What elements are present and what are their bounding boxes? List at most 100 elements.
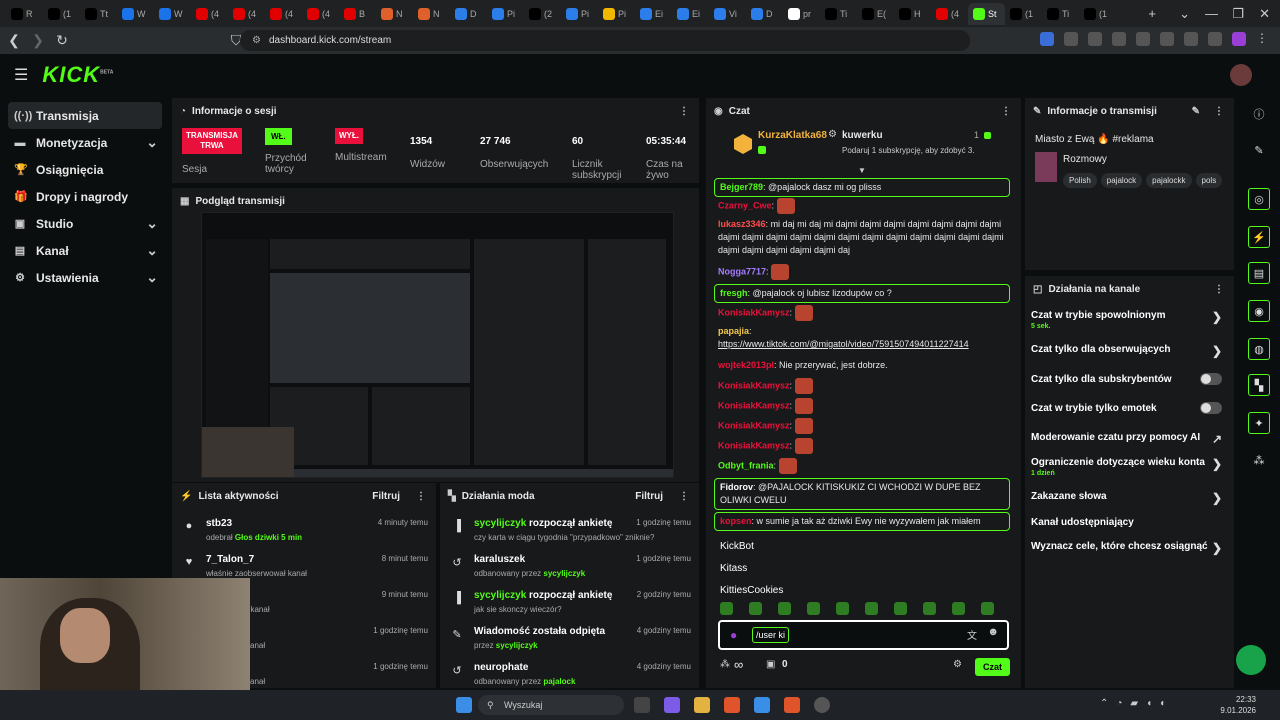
forward-icon[interactable]: ❯ [28,32,48,49]
browser-tab[interactable]: pr [783,3,820,25]
stream-tag[interactable]: pols [1195,173,1223,188]
browser-tab[interactable]: (1 [1079,3,1116,25]
stream-tag[interactable]: pajalockk [1146,173,1192,188]
channel-setting-row[interactable]: Moderowanie czatu przy pomocy AI ↗ [1031,432,1228,446]
brave-icon[interactable] [724,697,740,713]
user-avatar[interactable] [1230,64,1252,86]
hamburger-menu-icon[interactable]: ☰ [14,65,28,85]
broadcast-icon[interactable]: ◍ [1248,338,1270,360]
category-name[interactable]: Rozmowy [1063,154,1107,165]
emote-icon[interactable] [981,602,994,615]
browser-tab[interactable]: (1 [43,3,80,25]
more-options-icon[interactable]: ⋮ [679,491,689,502]
browser-tab[interactable]: (4 [302,3,339,25]
chat-username[interactable]: Bejger789 [720,182,763,192]
filter-button[interactable]: Filtruj [372,491,400,502]
back-icon[interactable]: ❮ [4,32,24,49]
taskbar-search[interactable]: ⚲ Wyszukaj [478,695,624,715]
sidebar-item[interactable]: 🏆 Osiągnięcia [0,156,170,183]
chat-username[interactable]: kopsen [720,516,752,526]
emote-icon[interactable] [778,602,791,615]
activity-user[interactable]: stb23 [206,518,232,529]
maximize-button[interactable]: ❐ [1232,6,1244,22]
browser-tab[interactable]: R [6,3,43,25]
sidebar-item[interactable]: ▤ Kanał ⌄ [0,237,170,264]
new-tab-button[interactable]: + [1148,6,1156,21]
emoji-icon[interactable]: ☻ [987,626,999,638]
url-field[interactable]: ⚙ dashboard.kick.com/stream [240,30,970,51]
stream-tag[interactable]: Polish [1063,173,1097,188]
chevron-right-icon[interactable]: ❯ [1212,344,1222,358]
target-icon[interactable]: ◎ [1248,188,1270,210]
browser-tab[interactable]: (4 [228,3,265,25]
wrench-icon[interactable]: ✦ [1248,412,1270,434]
chevron-right-icon[interactable]: ❯ [1212,491,1222,505]
extension-icon[interactable] [1136,32,1150,46]
extension-icon[interactable] [1208,32,1222,46]
pinned-target[interactable]: kuwerku [842,130,883,141]
extension-icon[interactable] [1064,32,1078,46]
chat-username[interactable]: KonisiakKamysz [718,380,790,390]
copilot-icon[interactable] [664,697,680,713]
tray-icons[interactable]: ⌃◔▰◖◐ [1100,698,1174,709]
extension-icon[interactable] [1112,32,1126,46]
support-headset-icon[interactable] [1236,645,1266,675]
extension-icon[interactable] [1088,32,1102,46]
taskbar-clock[interactable]: 22:33 9.01.2026 [1220,694,1256,716]
browser-tab[interactable]: Pi [598,3,635,25]
chevron-right-icon[interactable]: ❯ [1212,310,1222,324]
chat-input-box[interactable]: ● /user ki 文 ☻ [718,620,1009,650]
close-window-button[interactable]: ✕ [1259,6,1270,22]
brave-icon[interactable] [784,697,800,713]
browser-tab[interactable]: N [376,3,413,25]
browser-tab[interactable]: Ei [672,3,709,25]
browser-tab[interactable]: Vi [709,3,746,25]
minimize-button[interactable]: — [1205,6,1218,21]
stream-preview-video[interactable] [201,212,674,478]
translate-icon[interactable]: 文 [967,627,977,642]
browser-tab[interactable]: W [117,3,154,25]
browser-tab[interactable]: Ti [820,3,857,25]
chat-username[interactable]: fresgh [720,288,748,298]
channel-setting-row[interactable]: Czat w trybie tylko emotek [1031,402,1228,414]
gift-box-icon[interactable]: ▣ [766,659,775,670]
filter-button[interactable]: Filtruj [635,491,663,502]
sidebar-item[interactable]: 🎁 Dropy i nagrody [0,183,170,210]
people-icon[interactable]: ⁂ [1248,450,1270,472]
browser-tab[interactable]: (4 [191,3,228,25]
browser-tab[interactable]: H [894,3,931,25]
browser-tab[interactable]: B [339,3,376,25]
pen-icon[interactable]: ✎ [1248,140,1270,162]
task-view-icon[interactable] [634,697,650,713]
browser-tab[interactable]: (4 [265,3,302,25]
chat-settings-icon[interactable]: ⚙ [953,659,962,670]
more-options-icon[interactable]: ⋮ [679,106,689,117]
moderator-name[interactable]: sycylijczyk [474,518,526,529]
chevron-down-icon[interactable]: ⌄ [146,134,158,151]
kick-logo[interactable]: KICKBETA [42,62,113,88]
sidebar-item[interactable]: ((·)) Transmisja [8,102,162,129]
toggle-switch[interactable] [1200,373,1222,385]
more-options-icon[interactable]: ⋮ [1214,106,1224,117]
toggle-switch[interactable] [1200,402,1222,414]
edit-icon[interactable]: ✎ [1192,106,1200,117]
user-suggestion[interactable]: KickBot [716,536,1014,558]
chat-username[interactable]: Czarny_Cwe [718,200,772,210]
chat-input-text[interactable]: /user ki [752,627,790,643]
emote-icon[interactable] [807,602,820,615]
stream-tag[interactable]: pajalock [1100,173,1143,188]
channel-setting-row[interactable]: Czat tylko dla subskrybentów [1031,373,1228,385]
chat-username[interactable]: KonisiakKamysz [718,307,790,317]
tab-search-button[interactable]: ⌄ [1179,6,1190,22]
chat-username[interactable]: Nogga7717 [718,266,766,276]
moderator-name[interactable]: sycylijczyk [474,590,526,601]
emote-icon[interactable] [894,602,907,615]
chat-icon[interactable]: ◉ [1248,300,1270,322]
channel-setting-row[interactable]: Wyznacz cele, które chcesz osiągnąć ❯ [1031,541,1228,555]
chevron-right-icon[interactable]: ❯ [1212,541,1222,555]
chat-username[interactable]: papajia [718,326,749,336]
browser-tab[interactable]: D [450,3,487,25]
browser-tab[interactable]: Pi [561,3,598,25]
menu-icon[interactable]: ⋮ [1256,32,1270,46]
channel-setting-row[interactable]: Kanał udostępniający [1031,517,1228,528]
